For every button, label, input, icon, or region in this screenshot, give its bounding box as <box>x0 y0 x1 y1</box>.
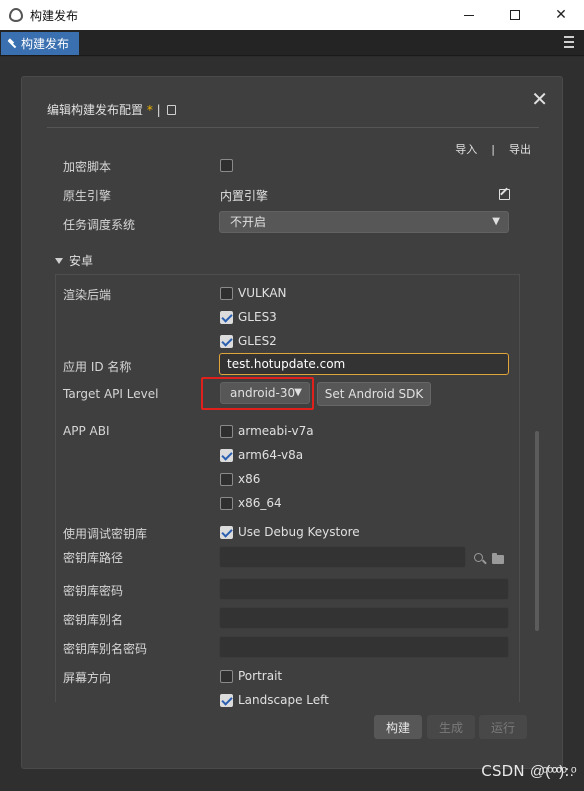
panel-menu-button[interactable] <box>564 36 574 48</box>
keystore-path-input[interactable] <box>219 546 466 568</box>
make-button[interactable]: 生成 <box>427 715 475 739</box>
gles3-checkbox[interactable] <box>220 311 233 324</box>
set-android-sdk-button[interactable]: Set Android SDK <box>317 382 431 406</box>
armeabi-v7a-label: armeabi-v7a <box>238 424 314 438</box>
annotation-highlight-box <box>201 377 314 410</box>
gles2-checkbox[interactable] <box>220 335 233 348</box>
csdn-watermark: CSDN @ͦ(ͦ ͦͦ ͦͦ)ͦ:.ͦ <box>481 762 574 780</box>
search-icon[interactable] <box>474 553 483 562</box>
minimize-icon <box>464 14 474 16</box>
tab-label: 构建发布 <box>21 37 70 51</box>
native-engine-label: 原生引擎 <box>63 189 112 203</box>
import-button[interactable]: 导入 <box>455 141 477 157</box>
dialog-title: 编辑构建发布配置 * | <box>47 101 176 118</box>
arm64-v8a-checkbox[interactable] <box>220 449 233 462</box>
window-titlebar: 构建发布 ✕ <box>0 0 584 30</box>
maximize-button[interactable] <box>492 0 538 30</box>
target-api-label: Target API Level <box>63 387 159 401</box>
import-export-bar: 导入 | 导出 <box>455 141 531 157</box>
vulkan-checkbox[interactable] <box>220 287 233 300</box>
keystore-password-label: 密钥库密码 <box>63 584 124 598</box>
keystore-alias-label: 密钥库别名 <box>63 613 124 627</box>
app-id-input[interactable]: test.hotupdate.com <box>219 353 509 375</box>
window-title: 构建发布 <box>30 8 79 23</box>
task-scheduler-label: 任务调度系统 <box>63 218 136 232</box>
hammer-icon <box>7 39 17 49</box>
gles2-label: GLES2 <box>238 334 277 348</box>
keystore-alias-input[interactable] <box>219 607 509 629</box>
x86-64-label: x86_64 <box>238 496 282 510</box>
book-icon[interactable] <box>166 105 176 115</box>
edit-icon[interactable] <box>499 189 510 200</box>
x86-64-checkbox[interactable] <box>220 497 233 510</box>
scrollbar-thumb[interactable] <box>535 431 539 631</box>
maximize-icon <box>510 10 520 20</box>
close-icon: ✕ <box>555 7 567 23</box>
dialog-title-text: 编辑构建发布配置 <box>47 103 144 117</box>
android-section-label: 安卓 <box>69 254 94 268</box>
window-controls: ✕ <box>446 0 584 30</box>
app-abi-label: APP ABI <box>63 424 110 438</box>
encrypt-script-checkbox[interactable] <box>220 159 233 172</box>
close-window-button[interactable]: ✕ <box>538 0 584 30</box>
dialog-title-separator: | <box>156 103 161 117</box>
app-icon <box>9 8 23 22</box>
debug-keystore-checkbox[interactable] <box>220 526 233 539</box>
keystore-path-label: 密钥库路径 <box>63 551 124 565</box>
x86-label: x86 <box>238 472 261 486</box>
vulkan-label: VULKAN <box>238 286 287 300</box>
minimize-button[interactable] <box>446 0 492 30</box>
collapse-triangle-icon <box>55 257 63 264</box>
run-button[interactable]: 运行 <box>479 715 527 739</box>
render-backend-label: 渲染后端 <box>63 288 112 302</box>
gles3-label: GLES3 <box>238 310 277 324</box>
debug-keystore-label: 使用调试密钥库 <box>63 527 148 541</box>
build-config-dialog: 编辑构建发布配置 * | ✕ 导入 | 导出 加密脚本 原生引擎 内置引擎 任务… <box>21 76 563 769</box>
encrypt-script-label: 加密脚本 <box>63 160 112 174</box>
title-divider <box>47 127 539 128</box>
orientation-label: 屏幕方向 <box>63 671 112 685</box>
build-button[interactable]: 构建 <box>374 715 422 739</box>
dropdown-arrow-icon: ▼ <box>492 216 500 227</box>
arm64-v8a-label: arm64-v8a <box>238 448 304 462</box>
debug-keystore-value: Use Debug Keystore <box>238 525 360 539</box>
close-dialog-button[interactable]: ✕ <box>531 89 548 109</box>
unsaved-marker: * <box>146 103 153 117</box>
armeabi-v7a-checkbox[interactable] <box>220 425 233 438</box>
landscape-left-checkbox[interactable] <box>220 694 233 707</box>
portrait-label: Portrait <box>238 669 283 683</box>
export-button[interactable]: 导出 <box>509 141 531 157</box>
keystore-alias-password-input[interactable] <box>219 636 509 658</box>
app-id-label: 应用 ID 名称 <box>63 360 132 374</box>
portrait-checkbox[interactable] <box>220 670 233 683</box>
task-scheduler-select[interactable]: 不开启 ▼ <box>219 211 509 233</box>
panel-tabbar: 构建发布 <box>0 30 584 56</box>
keystore-password-input[interactable] <box>219 578 509 600</box>
native-engine-value: 内置引擎 <box>220 189 269 203</box>
app-id-value: test.hotupdate.com <box>227 357 346 371</box>
folder-icon[interactable] <box>492 553 504 564</box>
keystore-alias-password-label: 密钥库别名密码 <box>63 642 148 656</box>
x86-checkbox[interactable] <box>220 473 233 486</box>
tab-build-publish[interactable]: 构建发布 <box>1 32 79 55</box>
landscape-left-label: Landscape Left <box>238 693 329 707</box>
task-scheduler-value: 不开启 <box>230 215 267 229</box>
import-export-separator: | <box>491 142 495 156</box>
android-section-header[interactable]: 安卓 <box>55 252 93 269</box>
